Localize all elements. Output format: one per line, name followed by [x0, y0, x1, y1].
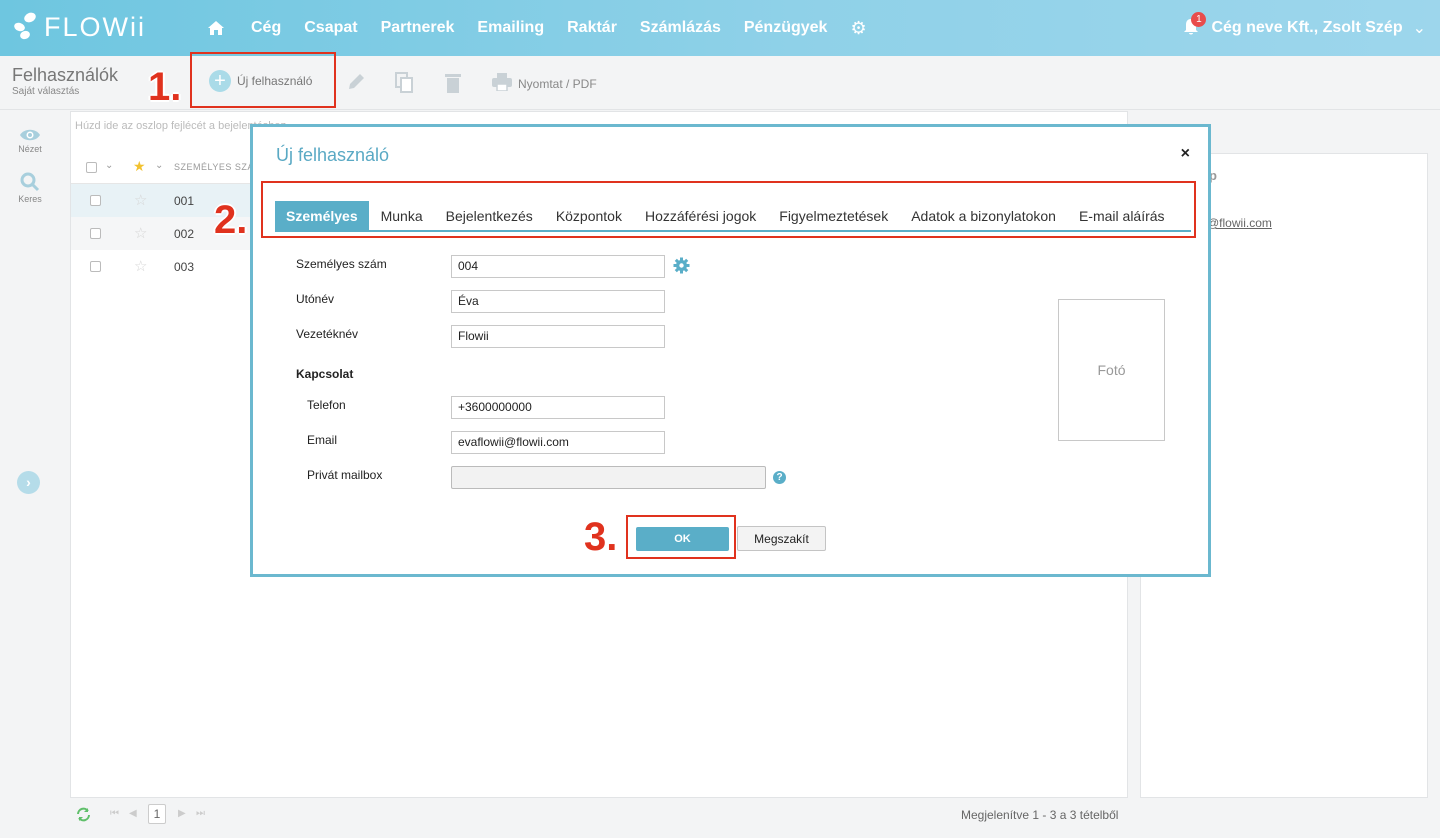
row-checkbox[interactable]: [90, 228, 101, 239]
printer-icon: [492, 73, 512, 94]
prev-page-icon[interactable]: ◀: [129, 808, 137, 819]
email-field[interactable]: evaflowii@flowii.com: [451, 431, 665, 454]
annotation-box-1: [190, 52, 336, 108]
dialog-title: Új felhasználó: [276, 145, 390, 165]
chevron-down-icon[interactable]: ⌄: [105, 160, 114, 171]
left-sidebar: Nézet Keres ›: [0, 110, 60, 838]
row-checkbox[interactable]: [90, 195, 101, 206]
chevron-down-icon[interactable]: ⌄: [155, 160, 164, 171]
annotation-box-2: [261, 181, 1196, 238]
annotation-box-3: [626, 515, 736, 559]
page-number[interactable]: 1: [148, 804, 166, 824]
edit-pencil-icon[interactable]: [346, 72, 368, 94]
bell-icon[interactable]: 1: [1183, 12, 1207, 38]
eye-icon: [0, 128, 60, 144]
first-name-label: Utónév: [296, 292, 335, 306]
phone-field[interactable]: +3600000000: [451, 396, 665, 419]
view-label: Nézet: [18, 144, 42, 154]
nav-item-raktar[interactable]: Raktár: [567, 19, 617, 37]
refresh-icon[interactable]: [76, 807, 91, 825]
first-name-field[interactable]: Éva: [451, 290, 665, 313]
logo-text: FLOWii: [44, 11, 146, 42]
chevron-down-icon: ⌄: [1412, 20, 1426, 37]
gear-icon[interactable]: [673, 257, 690, 279]
personal-number-field[interactable]: 004: [451, 255, 665, 278]
page-subtitle: Saját választás: [12, 86, 80, 97]
photo-upload-box[interactable]: Fotó: [1058, 299, 1165, 441]
grid-footer: ⏮ ◀ 1 ▶ ⏭ Megjelenítve 1 - 3 a 3 tételbő…: [70, 800, 1440, 830]
nav-item-ceg[interactable]: Cég: [251, 19, 281, 37]
record-summary: Megjelenítve 1 - 3 a 3 tételből: [961, 808, 1119, 822]
search-button[interactable]: Keres: [0, 172, 60, 204]
next-page-icon[interactable]: ▶: [178, 808, 186, 819]
nav-item-emailing[interactable]: Emailing: [477, 19, 544, 37]
view-button[interactable]: Nézet: [0, 128, 60, 154]
email-label: Email: [307, 433, 338, 447]
private-mailbox-label: Privát mailbox: [307, 468, 383, 482]
print-label: Nyomtat / PDF: [518, 76, 597, 91]
logo-icon: [12, 10, 38, 41]
select-all-checkbox[interactable]: [86, 162, 97, 173]
annotation-number-3: 3.: [584, 515, 618, 559]
row-personal-number: 001: [174, 194, 195, 208]
user-label: Cég neve Kft., Zsolt Szép: [1211, 19, 1403, 36]
flowii-logo[interactable]: FLOWii: [12, 10, 146, 42]
personal-number-label: Személyes szám: [296, 257, 387, 271]
chevron-right-icon: ›: [26, 474, 31, 490]
annotation-number-1: 1.: [148, 65, 182, 109]
home-icon[interactable]: [205, 17, 227, 39]
annotation-number-2: 2.: [214, 198, 248, 242]
phone-label: Telefon: [307, 398, 346, 412]
row-personal-number: 003: [174, 260, 195, 274]
last-name-field[interactable]: Flowii: [451, 325, 665, 348]
user-menu[interactable]: 1 Cég neve Kft., Zsolt Szép ⌄: [1183, 0, 1426, 56]
main-nav: Cég Csapat Partnerek Emailing Raktár Szá…: [205, 0, 867, 56]
row-personal-number: 002: [174, 227, 195, 241]
detail-email-link[interactable]: @flowii.com: [1207, 216, 1272, 230]
last-page-icon[interactable]: ⏭: [196, 808, 205, 819]
nav-item-szamlazas[interactable]: Számlázás: [640, 19, 721, 37]
last-name-label: Vezetéknév: [296, 327, 359, 341]
star-icon[interactable]: ☆: [134, 224, 147, 242]
star-icon[interactable]: ☆: [134, 257, 147, 275]
search-label: Keres: [18, 194, 42, 204]
nav-item-partnerek[interactable]: Partnerek: [381, 19, 455, 37]
print-pdf-button[interactable]: Nyomtat / PDF: [492, 73, 597, 94]
col-header-personal-number[interactable]: SZEMÉLYES SZÁ: [174, 162, 254, 172]
trash-icon[interactable]: [444, 72, 466, 94]
contact-heading: Kapcsolat: [296, 367, 354, 381]
star-filter-icon[interactable]: ★: [133, 158, 146, 175]
expand-sidebar-button[interactable]: ›: [17, 471, 40, 494]
copy-icon[interactable]: [394, 72, 416, 94]
close-icon[interactable]: ×: [1181, 145, 1190, 163]
cancel-button[interactable]: Megszakít: [737, 526, 826, 551]
page-title: Felhasználók: [12, 65, 119, 85]
row-checkbox[interactable]: [90, 261, 101, 272]
private-mailbox-field[interactable]: [451, 466, 766, 489]
settings-gear-icon[interactable]: ⚙: [850, 18, 866, 39]
notification-badge: 1: [1191, 12, 1207, 27]
help-icon[interactable]: ?: [773, 471, 786, 484]
first-page-icon[interactable]: ⏮: [110, 808, 119, 819]
star-icon[interactable]: ☆: [134, 191, 147, 209]
photo-label: Fotó: [1097, 362, 1126, 378]
search-icon: [0, 172, 60, 194]
nav-item-csapat[interactable]: Csapat: [304, 19, 357, 37]
nav-item-penzugyek[interactable]: Pénzügyek: [744, 19, 828, 37]
top-navbar: FLOWii Cég Csapat Partnerek Emailing Rak…: [0, 0, 1440, 56]
